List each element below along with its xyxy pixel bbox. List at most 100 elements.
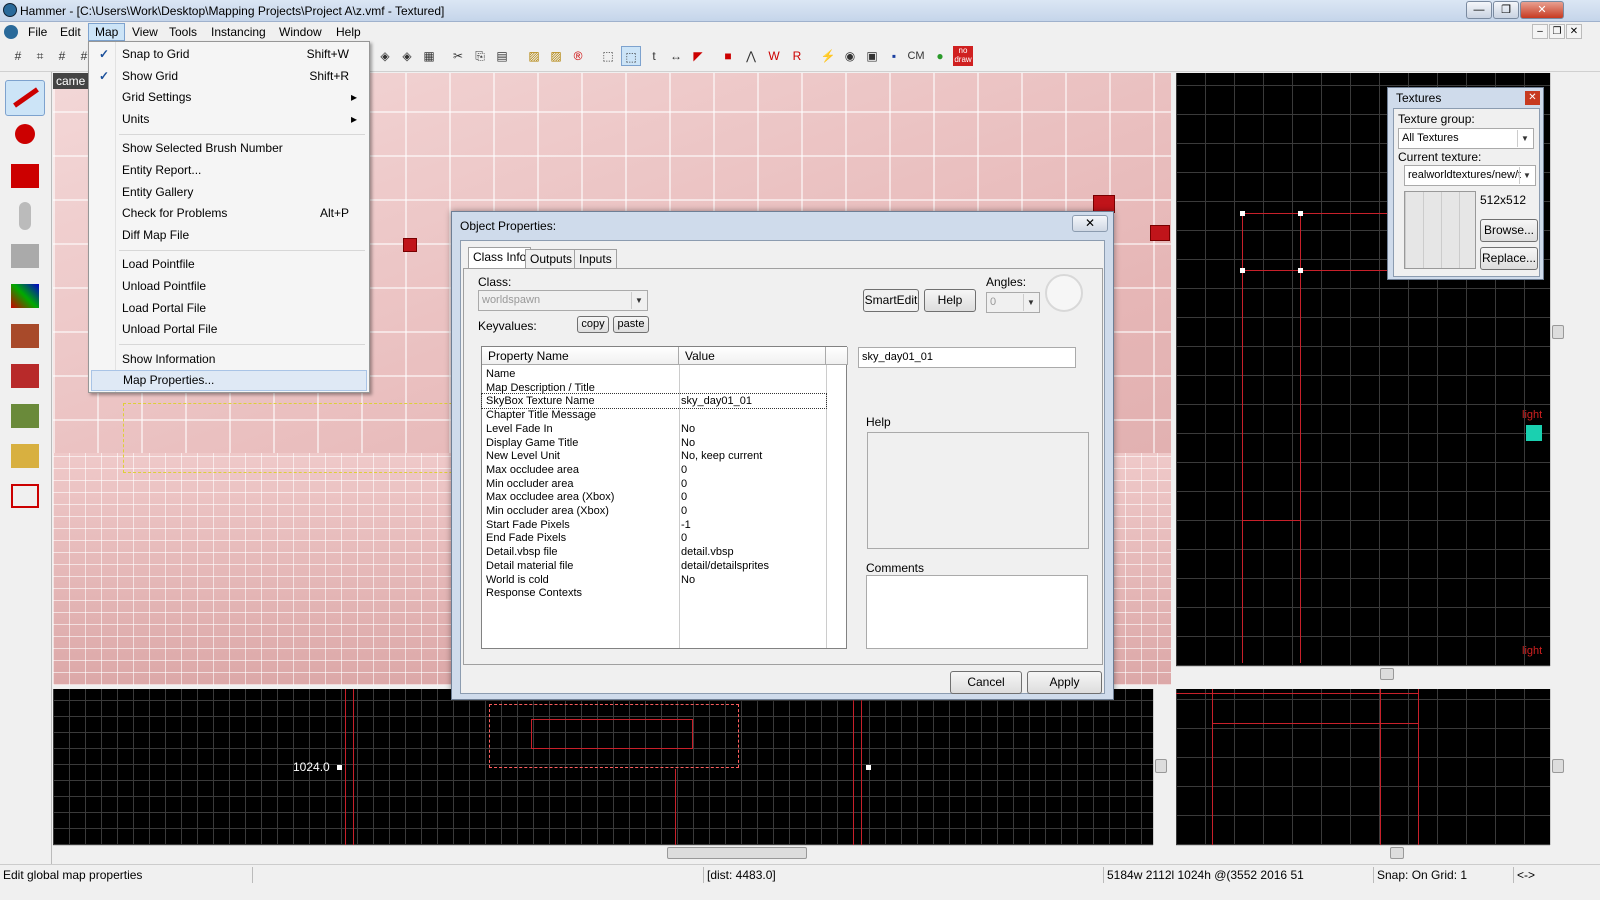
menu-item-snap-to-grid[interactable]: Snap to Grid ✓ Shift+W bbox=[91, 44, 367, 65]
copy-button[interactable]: copy bbox=[577, 316, 609, 333]
menu-item-unload-portal-file[interactable]: Unload Portal File bbox=[91, 319, 367, 340]
side-view-viewport[interactable]: 1024.0 bbox=[53, 689, 1153, 845]
table-row[interactable]: Detail material file detail/detailsprites bbox=[482, 559, 826, 573]
selection-box-icon[interactable]: ⬚ bbox=[598, 46, 618, 66]
table-row[interactable]: World is cold No bbox=[482, 573, 826, 587]
scroll-thumb[interactable] bbox=[1155, 759, 1167, 773]
camera-tool-icon[interactable] bbox=[5, 158, 45, 194]
close-button[interactable]: ✕ bbox=[1520, 1, 1564, 19]
side-view-vertical-scrollbar[interactable] bbox=[1153, 689, 1169, 845]
replace-button[interactable]: Replace... bbox=[1480, 247, 1538, 270]
paste-button[interactable]: paste bbox=[613, 316, 649, 333]
mdi-minimize-button[interactable]: – bbox=[1532, 24, 1548, 39]
class-select[interactable]: worldspawn ▼ bbox=[478, 290, 648, 311]
table-row[interactable]: Max occludee area 0 bbox=[482, 463, 826, 477]
side-view-horizontal-scrollbar[interactable] bbox=[53, 845, 1153, 861]
flip-icon[interactable]: ◤ bbox=[688, 46, 708, 66]
front-view-horizontal-scrollbar[interactable] bbox=[1176, 845, 1550, 861]
menu-item-check-for-problems[interactable]: Check for Problems Alt+P bbox=[91, 203, 367, 224]
grid-toggle-icon[interactable]: # bbox=[8, 46, 28, 66]
table-row[interactable]: Response Contexts bbox=[482, 586, 826, 600]
menu-file[interactable]: File bbox=[22, 23, 53, 41]
sphere-icon[interactable]: ◉ bbox=[840, 46, 860, 66]
menu-item-units[interactable]: Units ▸ bbox=[91, 109, 367, 130]
front-view-vertical-scrollbar[interactable] bbox=[1550, 689, 1566, 845]
table-row[interactable]: Display Game Title No bbox=[482, 436, 826, 450]
cut-icon[interactable]: ✂ bbox=[448, 46, 468, 66]
menu-edit[interactable]: Edit bbox=[54, 23, 87, 41]
column-header-property-name[interactable]: Property Name bbox=[482, 347, 679, 365]
run-icon[interactable]: ⚡ bbox=[818, 46, 838, 66]
maximize-button[interactable]: ❐ bbox=[1493, 1, 1519, 19]
mdi-close-button[interactable]: ✕ bbox=[1566, 24, 1582, 39]
scroll-thumb[interactable] bbox=[1552, 325, 1564, 339]
table-row[interactable]: New Level Unit No, keep current bbox=[482, 449, 826, 463]
tool-a-icon[interactable]: ⋀ bbox=[741, 46, 761, 66]
menu-item-load-pointfile[interactable]: Load Pointfile bbox=[91, 254, 367, 275]
nodraw-icon[interactable]: no draw bbox=[953, 46, 973, 66]
browse-button[interactable]: Browse... bbox=[1480, 219, 1538, 242]
vertex-handle[interactable] bbox=[1240, 268, 1245, 273]
table-row[interactable]: Min occluder area 0 bbox=[482, 477, 826, 491]
column-header-value[interactable]: Value bbox=[679, 347, 826, 365]
r-icon[interactable]: ® bbox=[568, 46, 588, 66]
texture-tool-icon[interactable] bbox=[5, 278, 45, 314]
light-entity-icon[interactable] bbox=[1526, 425, 1542, 441]
table-row[interactable]: Detail.vbsp file detail.vbsp bbox=[482, 545, 826, 559]
menu-instancing[interactable]: Instancing bbox=[205, 23, 272, 41]
menu-item-entity-report[interactable]: Entity Report... bbox=[91, 160, 367, 181]
apply-button[interactable]: Apply bbox=[1027, 671, 1102, 694]
block-tool-icon[interactable] bbox=[5, 238, 45, 274]
keyvalue-edit-field[interactable]: sky_day01_01 bbox=[858, 347, 1076, 368]
document-icon[interactable] bbox=[4, 25, 18, 39]
clip-tool-icon[interactable] bbox=[5, 438, 45, 474]
light-entity[interactable] bbox=[403, 238, 417, 252]
menu-item-unload-pointfile[interactable]: Unload Pointfile bbox=[91, 276, 367, 297]
menu-view[interactable]: View bbox=[126, 23, 164, 41]
menu-item-show-selected-brush-number[interactable]: Show Selected Brush Number bbox=[91, 138, 367, 159]
current-texture-select[interactable]: realworldtextures/new/t ▼ bbox=[1404, 165, 1536, 186]
cancel-button[interactable]: Cancel bbox=[950, 671, 1022, 694]
angles-dial[interactable] bbox=[1045, 274, 1083, 312]
grid-smaller-icon[interactable]: # bbox=[52, 46, 72, 66]
apply-texture-icon[interactable] bbox=[5, 318, 45, 354]
table-row[interactable]: Map Description / Title bbox=[482, 381, 826, 395]
table-row[interactable]: Min occluder area (Xbox) 0 bbox=[482, 504, 826, 518]
visgroup-icon[interactable]: ■ bbox=[718, 46, 738, 66]
grid-3d-icon[interactable]: ⌗ bbox=[30, 46, 50, 66]
scroll-thumb[interactable] bbox=[667, 847, 807, 859]
menu-item-load-portal-file[interactable]: Load Portal File bbox=[91, 298, 367, 319]
hollow-icon[interactable]: ◈ bbox=[397, 46, 417, 66]
decal-tool-icon[interactable] bbox=[5, 358, 45, 394]
smartedit-button[interactable]: SmartEdit bbox=[863, 289, 919, 312]
menu-window[interactable]: Window bbox=[273, 23, 328, 41]
tool-w-icon[interactable]: W bbox=[764, 46, 784, 66]
hazard-alt-icon[interactable]: ▨ bbox=[546, 46, 566, 66]
cubes-icon[interactable]: ▪ bbox=[884, 46, 904, 66]
menu-map[interactable]: Map bbox=[88, 23, 126, 41]
table-row[interactable]: End Fade Pixels 0 bbox=[482, 531, 826, 545]
menu-item-grid-settings[interactable]: Grid Settings ▸ bbox=[91, 87, 367, 108]
scroll-thumb[interactable] bbox=[1552, 759, 1564, 773]
overlay-tool-icon[interactable] bbox=[5, 398, 45, 434]
pointer-tool-icon[interactable] bbox=[5, 80, 45, 116]
texture-group-select[interactable]: All Textures ▼ bbox=[1398, 128, 1534, 149]
menu-item-show-information[interactable]: Show Information bbox=[91, 349, 367, 370]
front-view-viewport[interactable] bbox=[1176, 689, 1550, 845]
table-row[interactable]: SkyBox Texture Name sky_day01_01 bbox=[481, 393, 827, 410]
table-row[interactable]: Start Fade Pixels -1 bbox=[482, 518, 826, 532]
vertex-handle[interactable] bbox=[337, 765, 342, 770]
copy-icon[interactable]: ⎘ bbox=[470, 46, 490, 66]
carve-icon[interactable]: ◈ bbox=[375, 46, 395, 66]
angles-select[interactable]: 0 ▼ bbox=[986, 292, 1040, 313]
tab-outputs[interactable]: Outputs bbox=[525, 249, 578, 269]
texture-preview[interactable] bbox=[1404, 191, 1476, 269]
mdi-restore-button[interactable]: ❐ bbox=[1549, 24, 1565, 39]
group-icon[interactable]: ▦ bbox=[419, 46, 439, 66]
leaf-icon[interactable]: ● bbox=[930, 46, 950, 66]
comments-textarea[interactable] bbox=[866, 575, 1088, 649]
top-view-vertical-scrollbar[interactable] bbox=[1550, 73, 1566, 666]
scroll-thumb[interactable] bbox=[1390, 847, 1404, 859]
help-button[interactable]: Help bbox=[924, 289, 976, 312]
texture-lock-icon[interactable]: t bbox=[644, 46, 664, 66]
